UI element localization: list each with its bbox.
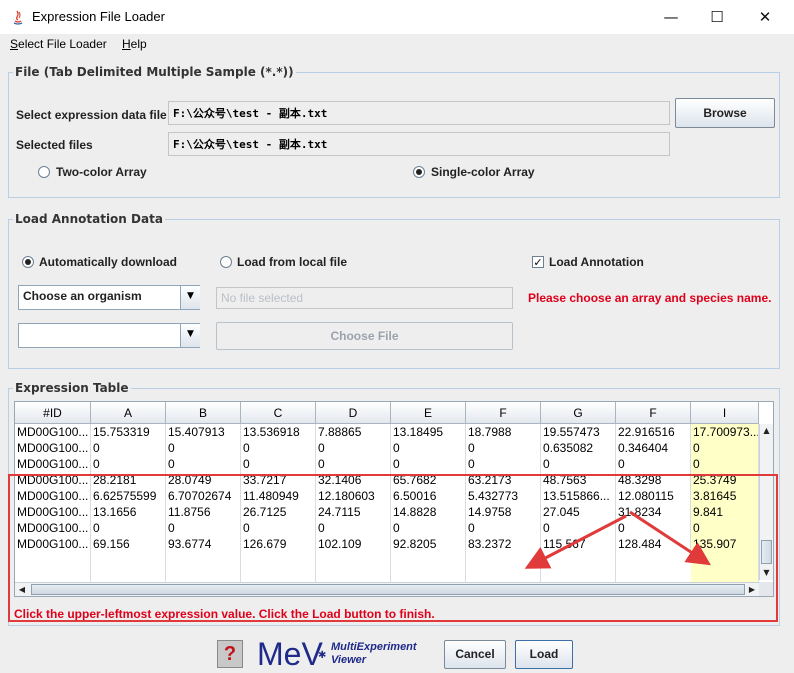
help-button[interactable]: ? [217,640,243,668]
arrow-to-last-column [629,510,712,566]
logo-line2: Viewer [331,654,367,666]
arrow-to-first-value [524,514,627,569]
annotation-arrows [524,510,712,569]
mev-logo: MeV [257,636,323,672]
logo-line1: MultiExperiment [331,641,417,653]
load-button[interactable]: Load [515,640,573,669]
cancel-button[interactable]: Cancel [444,640,506,669]
logo-star-icon: ✱ [318,650,327,661]
